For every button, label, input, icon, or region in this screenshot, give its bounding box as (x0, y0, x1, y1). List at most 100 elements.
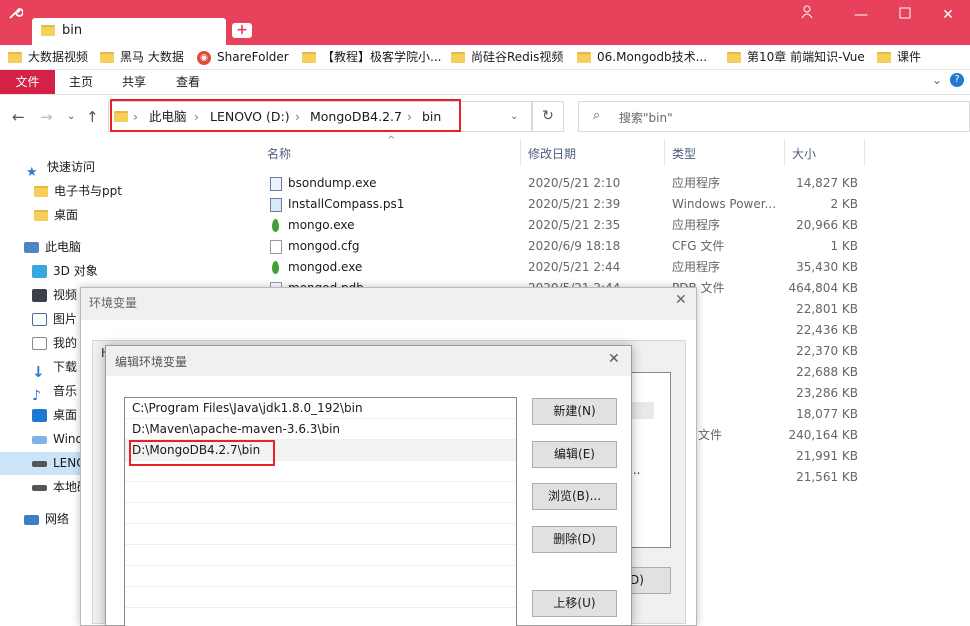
bookmark-item[interactable]: 第10章 前端知识-Vue (727, 49, 865, 66)
bookmark-item[interactable]: 尚硅谷Redis视频 (451, 49, 563, 66)
sort-up-icon: ^ (387, 135, 396, 146)
drive-icon (32, 484, 47, 491)
mongodb-leaf-icon (272, 219, 279, 232)
tab-title: bin (62, 23, 83, 38)
close-icon[interactable]: ✕ (675, 292, 687, 308)
minimize-icon[interactable]: — (841, 4, 881, 26)
folder-icon (302, 52, 316, 63)
nav-ebooks[interactable]: 电子书与ppt (0, 180, 248, 203)
list-item[interactable] (125, 566, 516, 587)
folder-icon (451, 52, 465, 63)
chevron-down-icon[interactable]: ⌄ (510, 102, 518, 131)
folder-icon (577, 52, 591, 63)
close-icon[interactable]: ✕ (928, 4, 968, 26)
search-box[interactable]: ⌕ 搜索"bin" (578, 101, 970, 132)
list-item[interactable] (125, 608, 516, 626)
browse-button[interactable]: 浏览(B)... (532, 483, 617, 510)
network-icon (24, 514, 39, 525)
file-row[interactable]: bsondump.exe 2020/5/21 2:10 应用程序 14,827 … (258, 173, 970, 194)
path-list[interactable]: C:\Program Files\Java\jdk1.8.0_192\bin D… (124, 397, 517, 626)
bookmark-item[interactable]: 大数据视频 (8, 49, 88, 66)
delete-button[interactable]: 删除(D) (532, 526, 617, 553)
dialog-title: 环境变量 (89, 296, 138, 310)
help-icon[interactable]: ? (950, 73, 964, 87)
bookmark-item[interactable]: 黑马 大数据 (100, 49, 184, 66)
list-item[interactable] (125, 524, 516, 545)
column-divider[interactable] (864, 140, 865, 166)
document-icon (32, 337, 47, 350)
file-row[interactable]: mongo.exe 2020/5/21 2:35 应用程序 20,966 KB (258, 215, 970, 236)
list-item[interactable] (125, 503, 516, 524)
folder-icon (34, 186, 48, 197)
column-type[interactable]: 类型 (672, 140, 696, 168)
dialog-title: 编辑环境变量 (115, 355, 188, 369)
folder-icon (8, 52, 22, 63)
list-item[interactable]: D:\Maven\apache-maven-3.6.3\bin (125, 419, 516, 440)
file-explorer-window: bin + — ✕ 大数据视频 黑马 大数据 ◉ ShareFolder 【教程】… (0, 0, 970, 626)
sharefolder-icon: ◉ (197, 50, 211, 65)
column-date[interactable]: 修改日期 (528, 140, 576, 168)
ribbon-tabs: 文件 主页 共享 查看 ⌄ ? (0, 70, 970, 95)
list-item[interactable] (125, 545, 516, 566)
bookmark-item[interactable]: 【教程】极客学院小... (302, 49, 441, 66)
search-icon: ⌕ (593, 108, 601, 123)
list-item[interactable] (125, 482, 516, 503)
drive-icon (32, 460, 47, 467)
column-divider[interactable] (664, 140, 665, 166)
desktop-icon (32, 409, 47, 422)
folder-icon (100, 52, 114, 63)
wrench-icon[interactable] (7, 5, 23, 21)
up-arrow-icon[interactable]: ↑ (86, 108, 99, 126)
column-size[interactable]: 大小 (792, 140, 816, 168)
edit-environment-variable-dialog: 编辑环境变量 ✕ C:\Program Files\Java\jdk1.8.0_… (105, 345, 632, 626)
window-tab[interactable]: bin (32, 18, 226, 45)
close-icon[interactable]: ✕ (608, 351, 620, 367)
file-row[interactable]: InstallCompass.ps1 2020/5/21 2:39 Window… (258, 194, 970, 215)
variables-list[interactable] (628, 372, 671, 548)
music-icon: ♪ (32, 388, 41, 404)
tab-view[interactable]: 查看 (176, 70, 200, 94)
download-icon: ↓ (32, 363, 45, 381)
tab-share[interactable]: 共享 (122, 70, 146, 94)
bookmark-item[interactable]: 课件 (877, 49, 921, 66)
move-up-button[interactable]: 上移(U) (532, 590, 617, 617)
list-item[interactable]: C:\Program Files\Java\jdk1.8.0_192\bin (125, 398, 516, 419)
chevron-down-icon[interactable]: ⌄ (67, 111, 75, 122)
list-item[interactable] (125, 587, 516, 608)
computer-icon (24, 242, 39, 253)
address-highlight-box (110, 99, 461, 132)
powershell-script-icon (270, 198, 282, 212)
nav-3d-objects[interactable]: 3D 对象 (0, 260, 248, 283)
tab-file[interactable]: 文件 (0, 70, 55, 94)
file-row[interactable]: mongod.cfg 2020/6/9 18:18 CFG 文件 1 KB (258, 236, 970, 257)
bookmark-item[interactable]: 06.Mongodb技术... (577, 49, 707, 66)
bookmark-item[interactable]: ◉ ShareFolder (197, 49, 289, 66)
nav-quick-access[interactable]: ★ 快速访问 (0, 156, 248, 180)
exe-icon (270, 177, 282, 191)
file-row[interactable]: mongod.exe 2020/5/21 2:44 应用程序 35,430 KB (258, 257, 970, 278)
new-button[interactable]: 新建(N) (532, 398, 617, 425)
nav-this-pc[interactable]: 此电脑 (0, 236, 248, 259)
column-name[interactable]: 名称 (267, 140, 291, 168)
cube-icon (32, 265, 47, 278)
list-selection (632, 402, 654, 419)
maximize-icon[interactable] (885, 4, 925, 26)
chevron-down-icon[interactable]: ⌄ (932, 73, 942, 87)
windows-drive-icon (32, 435, 47, 444)
column-divider[interactable] (520, 140, 521, 166)
back-arrow-icon[interactable]: ← (12, 108, 25, 126)
folder-icon (877, 52, 891, 63)
scrollbar[interactable] (953, 140, 970, 626)
person-icon[interactable] (787, 4, 827, 26)
forward-arrow-icon[interactable]: → (40, 108, 53, 126)
plus-icon[interactable]: + (232, 23, 252, 38)
film-icon (32, 289, 47, 302)
column-divider[interactable] (784, 140, 785, 166)
title-bar: bin + — ✕ (0, 0, 970, 45)
nav-desktop-quick[interactable]: 桌面 (0, 204, 248, 227)
refresh-icon[interactable]: ↻ (532, 101, 564, 132)
edit-button[interactable]: 编辑(E) (532, 441, 617, 468)
star-icon: ★ (26, 165, 38, 180)
folder-icon (727, 52, 741, 63)
tab-home[interactable]: 主页 (69, 70, 93, 94)
